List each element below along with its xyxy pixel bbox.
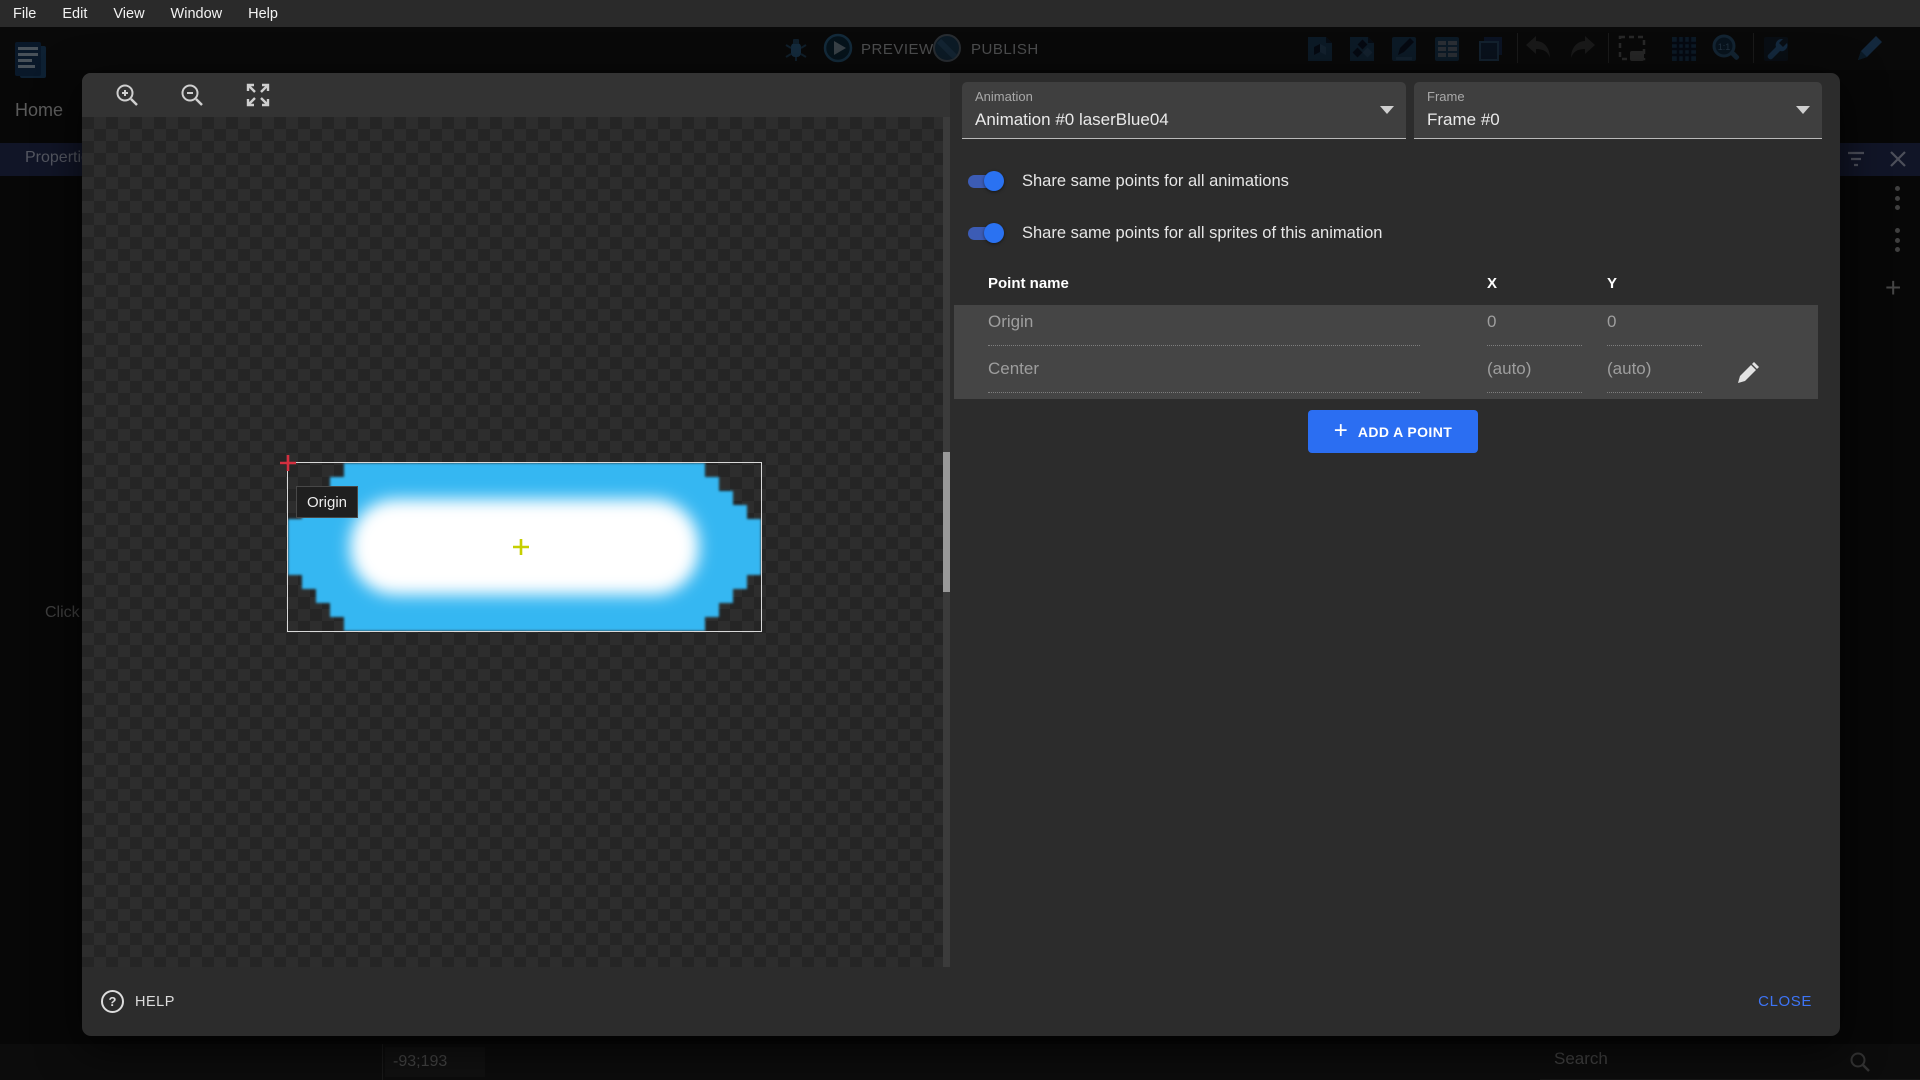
help-icon: ? (100, 989, 125, 1014)
column-y: Y (1607, 275, 1617, 292)
animation-select-value: Animation #0 laserBlue04 (975, 110, 1169, 130)
origin-tooltip: Origin (296, 486, 358, 518)
menu-edit[interactable]: Edit (49, 6, 100, 22)
point-y-field[interactable]: (auto) (1607, 359, 1702, 393)
help-button[interactable]: ? HELP (100, 989, 175, 1014)
menu-bar: File Edit View Window Help (0, 0, 1920, 27)
chevron-down-icon (1796, 106, 1810, 114)
zoom-in-icon[interactable] (113, 81, 141, 109)
menu-window[interactable]: Window (158, 6, 236, 22)
close-button[interactable]: CLOSE (1758, 993, 1812, 1010)
dialog-footer: ? HELP CLOSE (82, 967, 1840, 1036)
edit-points-dialog: Origin Animation Animation #0 laserBlue0… (82, 73, 1840, 1036)
animation-select[interactable]: Animation Animation #0 laserBlue04 (962, 82, 1406, 139)
table-row-origin[interactable]: Origin 0 0 (954, 305, 1818, 352)
menu-help[interactable]: Help (235, 6, 291, 22)
share-points-all-sprites-toggle[interactable] (966, 223, 1004, 243)
fit-to-screen-icon[interactable] (244, 81, 272, 109)
menu-file[interactable]: File (0, 6, 49, 22)
plus-icon: + (1334, 417, 1348, 445)
center-point-marker[interactable] (512, 538, 530, 556)
share-points-all-animations-toggle[interactable] (966, 171, 1004, 191)
preview-zoom-toolbar (82, 73, 950, 117)
add-a-point-button[interactable]: + ADD A POINT (1308, 410, 1478, 453)
toggle-label: Share same points for all animations (1022, 172, 1289, 191)
points-table-header: Point name X Y (954, 263, 1818, 305)
chevron-down-icon (1380, 106, 1394, 114)
frame-select-label: Frame (1427, 89, 1465, 104)
point-x-field[interactable]: (auto) (1487, 359, 1582, 393)
column-x: X (1487, 275, 1497, 292)
point-x-field[interactable]: 0 (1487, 312, 1582, 346)
frame-select-value: Frame #0 (1427, 110, 1500, 130)
point-name-field[interactable]: Center (988, 359, 1420, 393)
edit-pencil-icon[interactable] (1734, 361, 1760, 387)
sprite-selection-box[interactable]: Origin (287, 462, 762, 632)
frame-select[interactable]: Frame Frame #0 (1414, 82, 1822, 139)
add-a-point-label: ADD A POINT (1358, 424, 1452, 440)
sprite-preview-pane: Origin (82, 73, 950, 967)
table-row-center[interactable]: Center (auto) (auto) (954, 352, 1818, 399)
help-label: HELP (135, 994, 175, 1010)
share-points-all-sprites-row: Share same points for all sprites of thi… (966, 220, 1382, 246)
column-point-name: Point name (988, 275, 1069, 292)
app-window: File Edit View Window Help PREVIEW PUBLI… (0, 0, 1920, 1080)
menu-view[interactable]: View (100, 6, 157, 22)
origin-point-marker[interactable] (279, 454, 297, 472)
zoom-out-icon[interactable] (178, 81, 206, 109)
animation-select-label: Animation (975, 89, 1033, 104)
share-points-all-animations-row: Share same points for all animations (966, 168, 1289, 194)
point-y-field[interactable]: 0 (1607, 312, 1702, 346)
toggle-label: Share same points for all sprites of thi… (1022, 224, 1382, 243)
svg-text:?: ? (109, 994, 117, 1009)
point-name-field[interactable]: Origin (988, 312, 1420, 346)
preview-scrollbar-thumb[interactable] (943, 452, 950, 592)
